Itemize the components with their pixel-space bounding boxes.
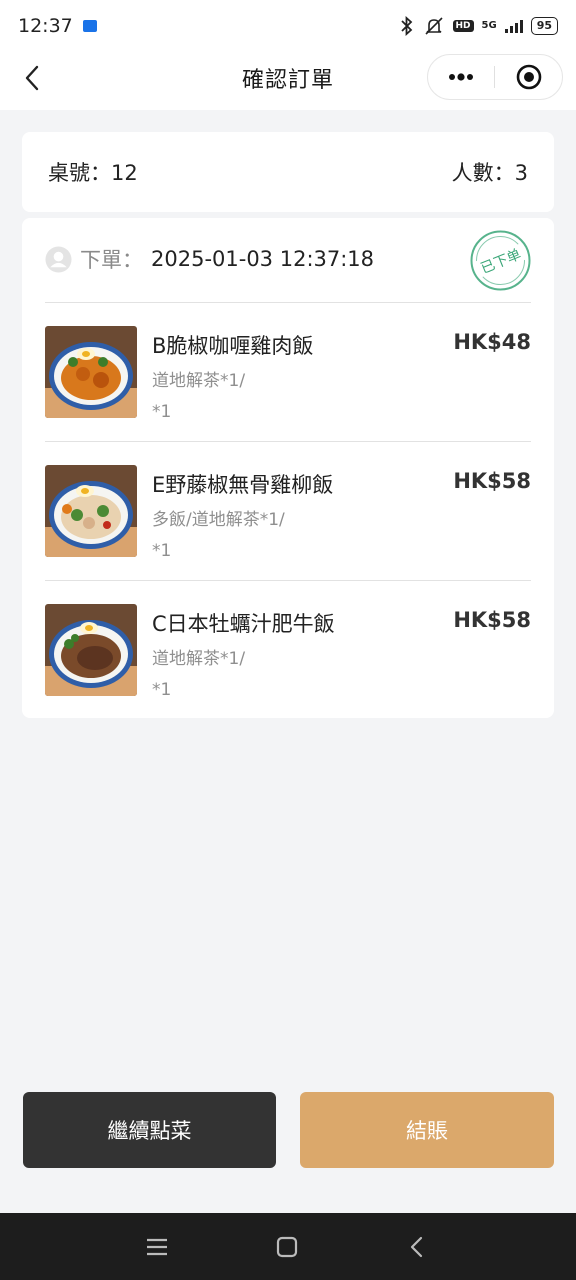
target-close-icon xyxy=(516,64,541,90)
order-time-value: 2025-01-03 12:37:18 xyxy=(151,247,375,271)
more-button[interactable] xyxy=(428,55,494,99)
list-item[interactable]: E野藤椒無骨雞柳飯 多飯/道地解茶*1/ *1 HK$58 xyxy=(45,465,531,575)
dish-image xyxy=(45,465,137,557)
hd-badge: HD xyxy=(452,20,474,32)
bluetooth-icon xyxy=(400,16,412,36)
dish-options: 道地解茶*1/ xyxy=(152,371,246,391)
table-number: 桌號：12 xyxy=(48,161,138,185)
dish-image xyxy=(45,326,137,418)
dish-options: 道地解茶*1/ xyxy=(152,649,246,669)
dish-name: E野藤椒無骨雞柳飯 xyxy=(152,473,334,497)
list-item[interactable]: B脆椒咖喱雞肉飯 道地解茶*1/ *1 HK$48 xyxy=(45,326,531,436)
status-bar: 12:37 HD 5G 95 xyxy=(0,0,576,52)
close-miniprogram-button[interactable] xyxy=(495,55,562,99)
list-item[interactable]: C日本牡蠣汁肥牛飯 道地解茶*1/ *1 HK$58 xyxy=(45,604,531,714)
ordered-stamp-graphic: 已下单 xyxy=(470,230,531,291)
dish-name: C日本牡蠣汁肥牛飯 xyxy=(152,612,335,636)
dish-price: HK$58 xyxy=(453,608,531,632)
ordered-stamp: 已下单 xyxy=(470,230,531,291)
miniprogram-capsule xyxy=(427,54,563,100)
menu-icon xyxy=(147,1238,167,1256)
divider xyxy=(45,580,531,581)
home-square-icon xyxy=(276,1236,298,1258)
dish-quantity: *1 xyxy=(152,680,172,700)
dish-name: B脆椒咖喱雞肉飯 xyxy=(152,334,314,358)
dish-quantity: *1 xyxy=(152,402,172,422)
divider xyxy=(45,302,531,303)
battery-icon: 95 xyxy=(530,17,558,35)
nav-bar: 確認訂單 xyxy=(0,52,576,110)
dish-quantity: *1 xyxy=(152,541,172,561)
checkout-button[interactable]: 結賬 xyxy=(300,1092,554,1168)
menu-button[interactable] xyxy=(143,1233,171,1261)
order-card: 下單： 2025-01-03 12:37:18 已下单 B脆椒咖喱雞肉飯 道地解… xyxy=(22,218,554,718)
dish-options: 多飯/道地解茶*1/ xyxy=(152,510,285,530)
back-triangle-icon xyxy=(410,1236,423,1258)
dish-price: HK$48 xyxy=(453,330,531,354)
mute-icon xyxy=(424,17,443,35)
order-header: 下單： 2025-01-03 12:37:18 xyxy=(45,244,374,274)
outlook-notification-icon xyxy=(82,20,97,32)
continue-ordering-button[interactable]: 繼續點菜 xyxy=(23,1092,276,1168)
divider xyxy=(45,441,531,442)
order-time-label: 下單： xyxy=(80,248,143,272)
network-type: 5G xyxy=(481,20,497,31)
status-time: 12:37 xyxy=(18,15,73,37)
people-count: 人數：3 xyxy=(451,161,528,185)
dish-price: HK$58 xyxy=(453,469,531,493)
dish-image xyxy=(45,604,137,696)
system-navigation-bar xyxy=(0,1213,576,1280)
home-button[interactable] xyxy=(273,1233,301,1261)
system-back-button[interactable] xyxy=(403,1233,431,1261)
more-dots-icon xyxy=(449,73,473,81)
signal-icon xyxy=(504,19,523,33)
user-avatar-icon xyxy=(45,245,72,273)
table-info-card: 桌號：12 人數：3 xyxy=(22,132,554,212)
